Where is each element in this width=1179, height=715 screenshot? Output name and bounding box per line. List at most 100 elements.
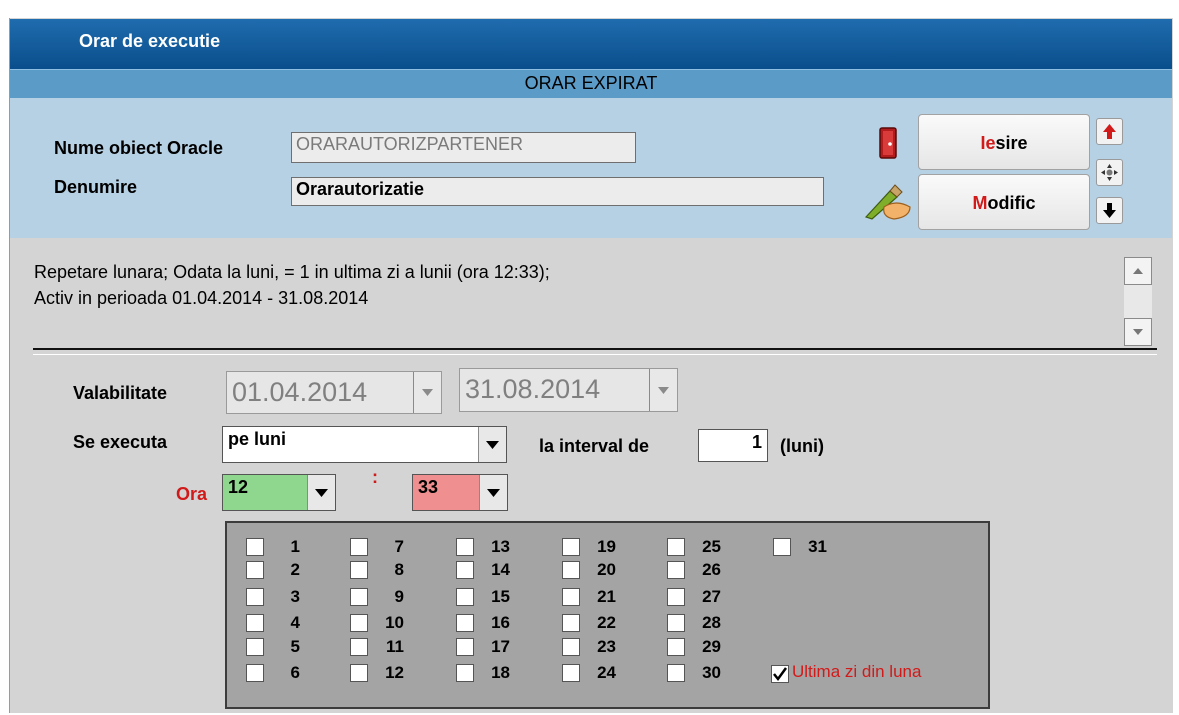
- day-checkbox[interactable]: [456, 588, 474, 606]
- window-title: Orar de executie: [79, 31, 221, 51]
- move-up-button[interactable]: [1096, 118, 1123, 145]
- day-label: 9: [394, 587, 404, 606]
- day-checkbox[interactable]: [562, 638, 580, 656]
- day-checkbox[interactable]: [667, 614, 685, 632]
- day-checkbox[interactable]: [456, 561, 474, 579]
- day-checkbox[interactable]: [350, 561, 368, 579]
- move-button[interactable]: [1096, 159, 1123, 186]
- day-label: 27: [702, 587, 721, 606]
- day-checkbox[interactable]: [667, 588, 685, 606]
- execute-label: Se executa: [73, 432, 168, 452]
- name-field[interactable]: Orarautorizatie: [291, 177, 824, 206]
- day-label: 14: [491, 560, 510, 579]
- date-to-value: 31.08.2014: [465, 374, 601, 404]
- modify-button[interactable]: Modific: [918, 174, 1090, 230]
- day-label: 3: [290, 587, 300, 606]
- day-label: 24: [597, 663, 616, 682]
- day-checkbox[interactable]: [246, 538, 264, 556]
- scroll-up-button[interactable]: [1124, 257, 1152, 285]
- day-checkbox[interactable]: [456, 638, 474, 656]
- day-checkbox[interactable]: [350, 664, 368, 682]
- frequency-value: pe luni: [228, 429, 286, 449]
- day-label: 2: [290, 560, 300, 579]
- date-to-select[interactable]: 31.08.2014: [459, 368, 678, 412]
- day-checkbox[interactable]: [667, 638, 685, 656]
- section-divider: [33, 348, 1157, 355]
- day-checkbox[interactable]: [246, 588, 264, 606]
- day-label: 16: [491, 613, 510, 632]
- exit-hotkey: Ie: [980, 133, 996, 153]
- day-checkbox[interactable]: [350, 588, 368, 606]
- last-day-checkbox[interactable]: [771, 665, 789, 683]
- exit-button[interactable]: Iesire: [918, 114, 1090, 170]
- interval-input[interactable]: 1: [698, 429, 768, 462]
- hour-value: 12: [228, 477, 249, 497]
- day-checkbox[interactable]: [562, 664, 580, 682]
- day-label: 11: [386, 637, 404, 656]
- day-checkbox[interactable]: [667, 561, 685, 579]
- date-from-dropdown[interactable]: [413, 372, 441, 413]
- day-checkbox[interactable]: [456, 614, 474, 632]
- day-label: 10: [385, 613, 404, 632]
- day-label: 13: [491, 537, 510, 556]
- day-checkbox[interactable]: [246, 561, 264, 579]
- frequency-dropdown[interactable]: [478, 427, 506, 462]
- day-checkbox[interactable]: [456, 538, 474, 556]
- day-checkbox[interactable]: [350, 638, 368, 656]
- arrow-down-icon: [1103, 203, 1116, 218]
- minute-dropdown[interactable]: [479, 475, 507, 510]
- date-from-select[interactable]: 01.04.2014: [226, 371, 442, 414]
- day-checkbox[interactable]: [562, 614, 580, 632]
- day-checkbox[interactable]: [350, 538, 368, 556]
- time-separator: :: [372, 467, 378, 487]
- checkmark-icon: [773, 667, 788, 682]
- scroll-down-button[interactable]: [1124, 318, 1152, 346]
- day-label: 17: [491, 637, 510, 656]
- day-checkbox[interactable]: [246, 638, 264, 656]
- day-label: 20: [597, 560, 616, 579]
- day-checkbox[interactable]: [562, 538, 580, 556]
- hour-dropdown[interactable]: [307, 475, 335, 510]
- day-checkbox[interactable]: [773, 538, 791, 556]
- hour-select[interactable]: 12: [222, 474, 336, 511]
- day-checkbox[interactable]: [456, 664, 474, 682]
- day-label: 29: [702, 637, 721, 656]
- day-label: 26: [702, 560, 721, 579]
- move-down-button[interactable]: [1096, 197, 1123, 224]
- day-checkbox[interactable]: [667, 664, 685, 682]
- interval-unit: (luni): [780, 436, 824, 456]
- last-day-label: Ultima zi din luna: [792, 662, 922, 681]
- validity-label: Valabilitate: [73, 383, 168, 403]
- date-to-dropdown[interactable]: [649, 369, 677, 411]
- modify-hotkey: M: [972, 193, 988, 213]
- arrow-up-icon: [1103, 124, 1116, 139]
- date-from-value: 01.04.2014: [232, 377, 368, 407]
- hour-label: Ora: [176, 484, 208, 504]
- day-checkbox[interactable]: [562, 588, 580, 606]
- day-label: 19: [597, 537, 616, 556]
- day-label: 31: [808, 537, 827, 556]
- status-bar: ORAR EXPIRAT: [10, 69, 1172, 99]
- name-label: Denumire: [54, 177, 138, 197]
- chevron-down-icon: [315, 489, 328, 497]
- frequency-select[interactable]: pe luni: [222, 426, 507, 463]
- minute-value: 33: [418, 477, 439, 497]
- status-text: ORAR EXPIRAT: [524, 73, 658, 93]
- description-scrollbar[interactable]: [1124, 257, 1152, 346]
- day-label: 4: [290, 613, 300, 632]
- move-icon: [1101, 164, 1118, 181]
- day-checkbox[interactable]: [562, 561, 580, 579]
- day-label: 12: [385, 663, 404, 682]
- day-checkbox[interactable]: [350, 614, 368, 632]
- day-checkbox[interactable]: [246, 664, 264, 682]
- day-checkbox[interactable]: [667, 538, 685, 556]
- day-label: 30: [702, 663, 721, 682]
- day-label: 23: [597, 637, 616, 656]
- day-checkbox[interactable]: [246, 614, 264, 632]
- scroll-down-icon: [1133, 329, 1143, 335]
- day-label: 28: [702, 613, 721, 632]
- minute-select[interactable]: 33: [412, 474, 508, 511]
- day-label: 6: [290, 663, 300, 682]
- object-name-field[interactable]: ORARAUTORIZPARTENER: [291, 132, 636, 163]
- object-label: Nume obiect Oracle: [54, 138, 224, 158]
